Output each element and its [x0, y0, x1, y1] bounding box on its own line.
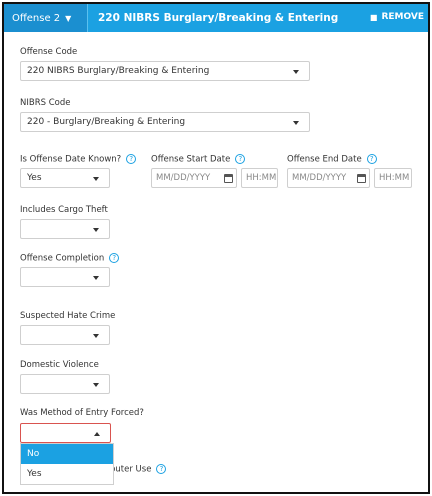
offense-completion-label: Offense Completion?	[20, 253, 120, 264]
caret-down-icon: ▼	[65, 13, 72, 23]
computer-use-label-text: puter Use	[110, 464, 152, 475]
dropdown-option-yes[interactable]: Yes	[21, 464, 113, 484]
help-icon[interactable]: ?	[156, 464, 167, 474]
computer-use-label: puter Use?	[110, 464, 167, 475]
offense-start-date-input[interactable]: MM/DD/YYYY	[151, 168, 237, 188]
offense-start-time-placeholder: HH:MM	[246, 173, 277, 183]
help-icon[interactable]: ?	[126, 154, 137, 164]
help-icon[interactable]: ?	[235, 154, 246, 164]
offense-completion-label-text: Offense Completion	[20, 253, 105, 264]
offense-end-time-input[interactable]: HH:MM	[374, 168, 412, 188]
help-icon[interactable]: ?	[366, 154, 377, 164]
chevron-down-icon	[93, 383, 99, 387]
offense-start-date-placeholder: MM/DD/YYYY	[156, 173, 211, 183]
method-of-entry-select[interactable]	[20, 423, 111, 443]
offense-code-select[interactable]: 220 NIBRS Burglary/Breaking & Entering	[20, 61, 310, 81]
dropdown-option-no[interactable]: No	[21, 444, 113, 464]
offense-panel: Offense 2 ▼ 220 NIBRS Burglary/Breaking …	[2, 2, 430, 494]
chevron-down-icon	[93, 276, 99, 280]
trash-icon: ■	[369, 12, 378, 22]
method-of-entry-label: Was Method of Entry Forced?	[20, 408, 144, 418]
offense-title: 220 NIBRS Burglary/Breaking & Entering	[98, 12, 339, 24]
nibrs-code-value: 220 - Burglary/Breaking & Entering	[27, 117, 186, 127]
chevron-down-icon	[293, 70, 299, 74]
offense-date-known-value: Yes	[27, 173, 42, 183]
chevron-down-icon	[93, 177, 99, 181]
cargo-theft-select[interactable]	[20, 219, 110, 239]
offense-end-time-placeholder: HH:MM	[379, 173, 410, 183]
chevron-down-icon	[93, 228, 99, 232]
domestic-violence-label: Domestic Violence	[20, 360, 99, 370]
offense-start-date-label-text: Offense Start Date	[151, 154, 231, 165]
offense-code-label: Offense Code	[20, 47, 78, 57]
offense-end-date-label-text: Offense End Date	[287, 154, 362, 165]
help-icon[interactable]: ?	[109, 253, 120, 263]
chevron-up-icon	[94, 432, 100, 436]
chevron-down-icon	[93, 334, 99, 338]
offense-end-date-input[interactable]: MM/DD/YYYY	[287, 168, 370, 188]
calendar-icon[interactable]	[357, 174, 366, 183]
offense-end-date-placeholder: MM/DD/YYYY	[292, 173, 347, 183]
hate-crime-label: Suspected Hate Crime	[20, 311, 116, 321]
calendar-icon[interactable]	[224, 174, 233, 183]
nibrs-code-label: NIBRS Code	[20, 98, 71, 108]
method-of-entry-dropdown: No Yes	[20, 443, 114, 485]
offense-start-date-label: Offense Start Date?	[151, 154, 246, 165]
nibrs-code-select[interactable]: 220 - Burglary/Breaking & Entering	[20, 112, 310, 132]
offense-end-date-label: Offense End Date?	[287, 154, 377, 165]
offense-selector[interactable]: Offense 2 ▼	[4, 4, 88, 32]
domestic-violence-select[interactable]	[20, 374, 110, 394]
chevron-down-icon	[293, 121, 299, 125]
remove-label: REMOVE	[381, 12, 424, 22]
offense-date-known-label-text: Is Offense Date Known?	[20, 154, 122, 165]
offense-header: Offense 2 ▼ 220 NIBRS Burglary/Breaking …	[4, 4, 428, 32]
offense-start-time-input[interactable]: HH:MM	[241, 168, 278, 188]
offense-selector-label: Offense 2	[12, 12, 61, 24]
offense-date-known-label: Is Offense Date Known??	[20, 154, 137, 165]
offense-date-known-select[interactable]: Yes	[20, 168, 110, 188]
offense-code-value: 220 NIBRS Burglary/Breaking & Entering	[27, 66, 210, 76]
cargo-theft-label: Includes Cargo Theft	[20, 205, 108, 215]
remove-button[interactable]: ■ REMOVE	[370, 12, 424, 22]
hate-crime-select[interactable]	[20, 325, 110, 345]
offense-completion-select[interactable]	[20, 267, 110, 287]
